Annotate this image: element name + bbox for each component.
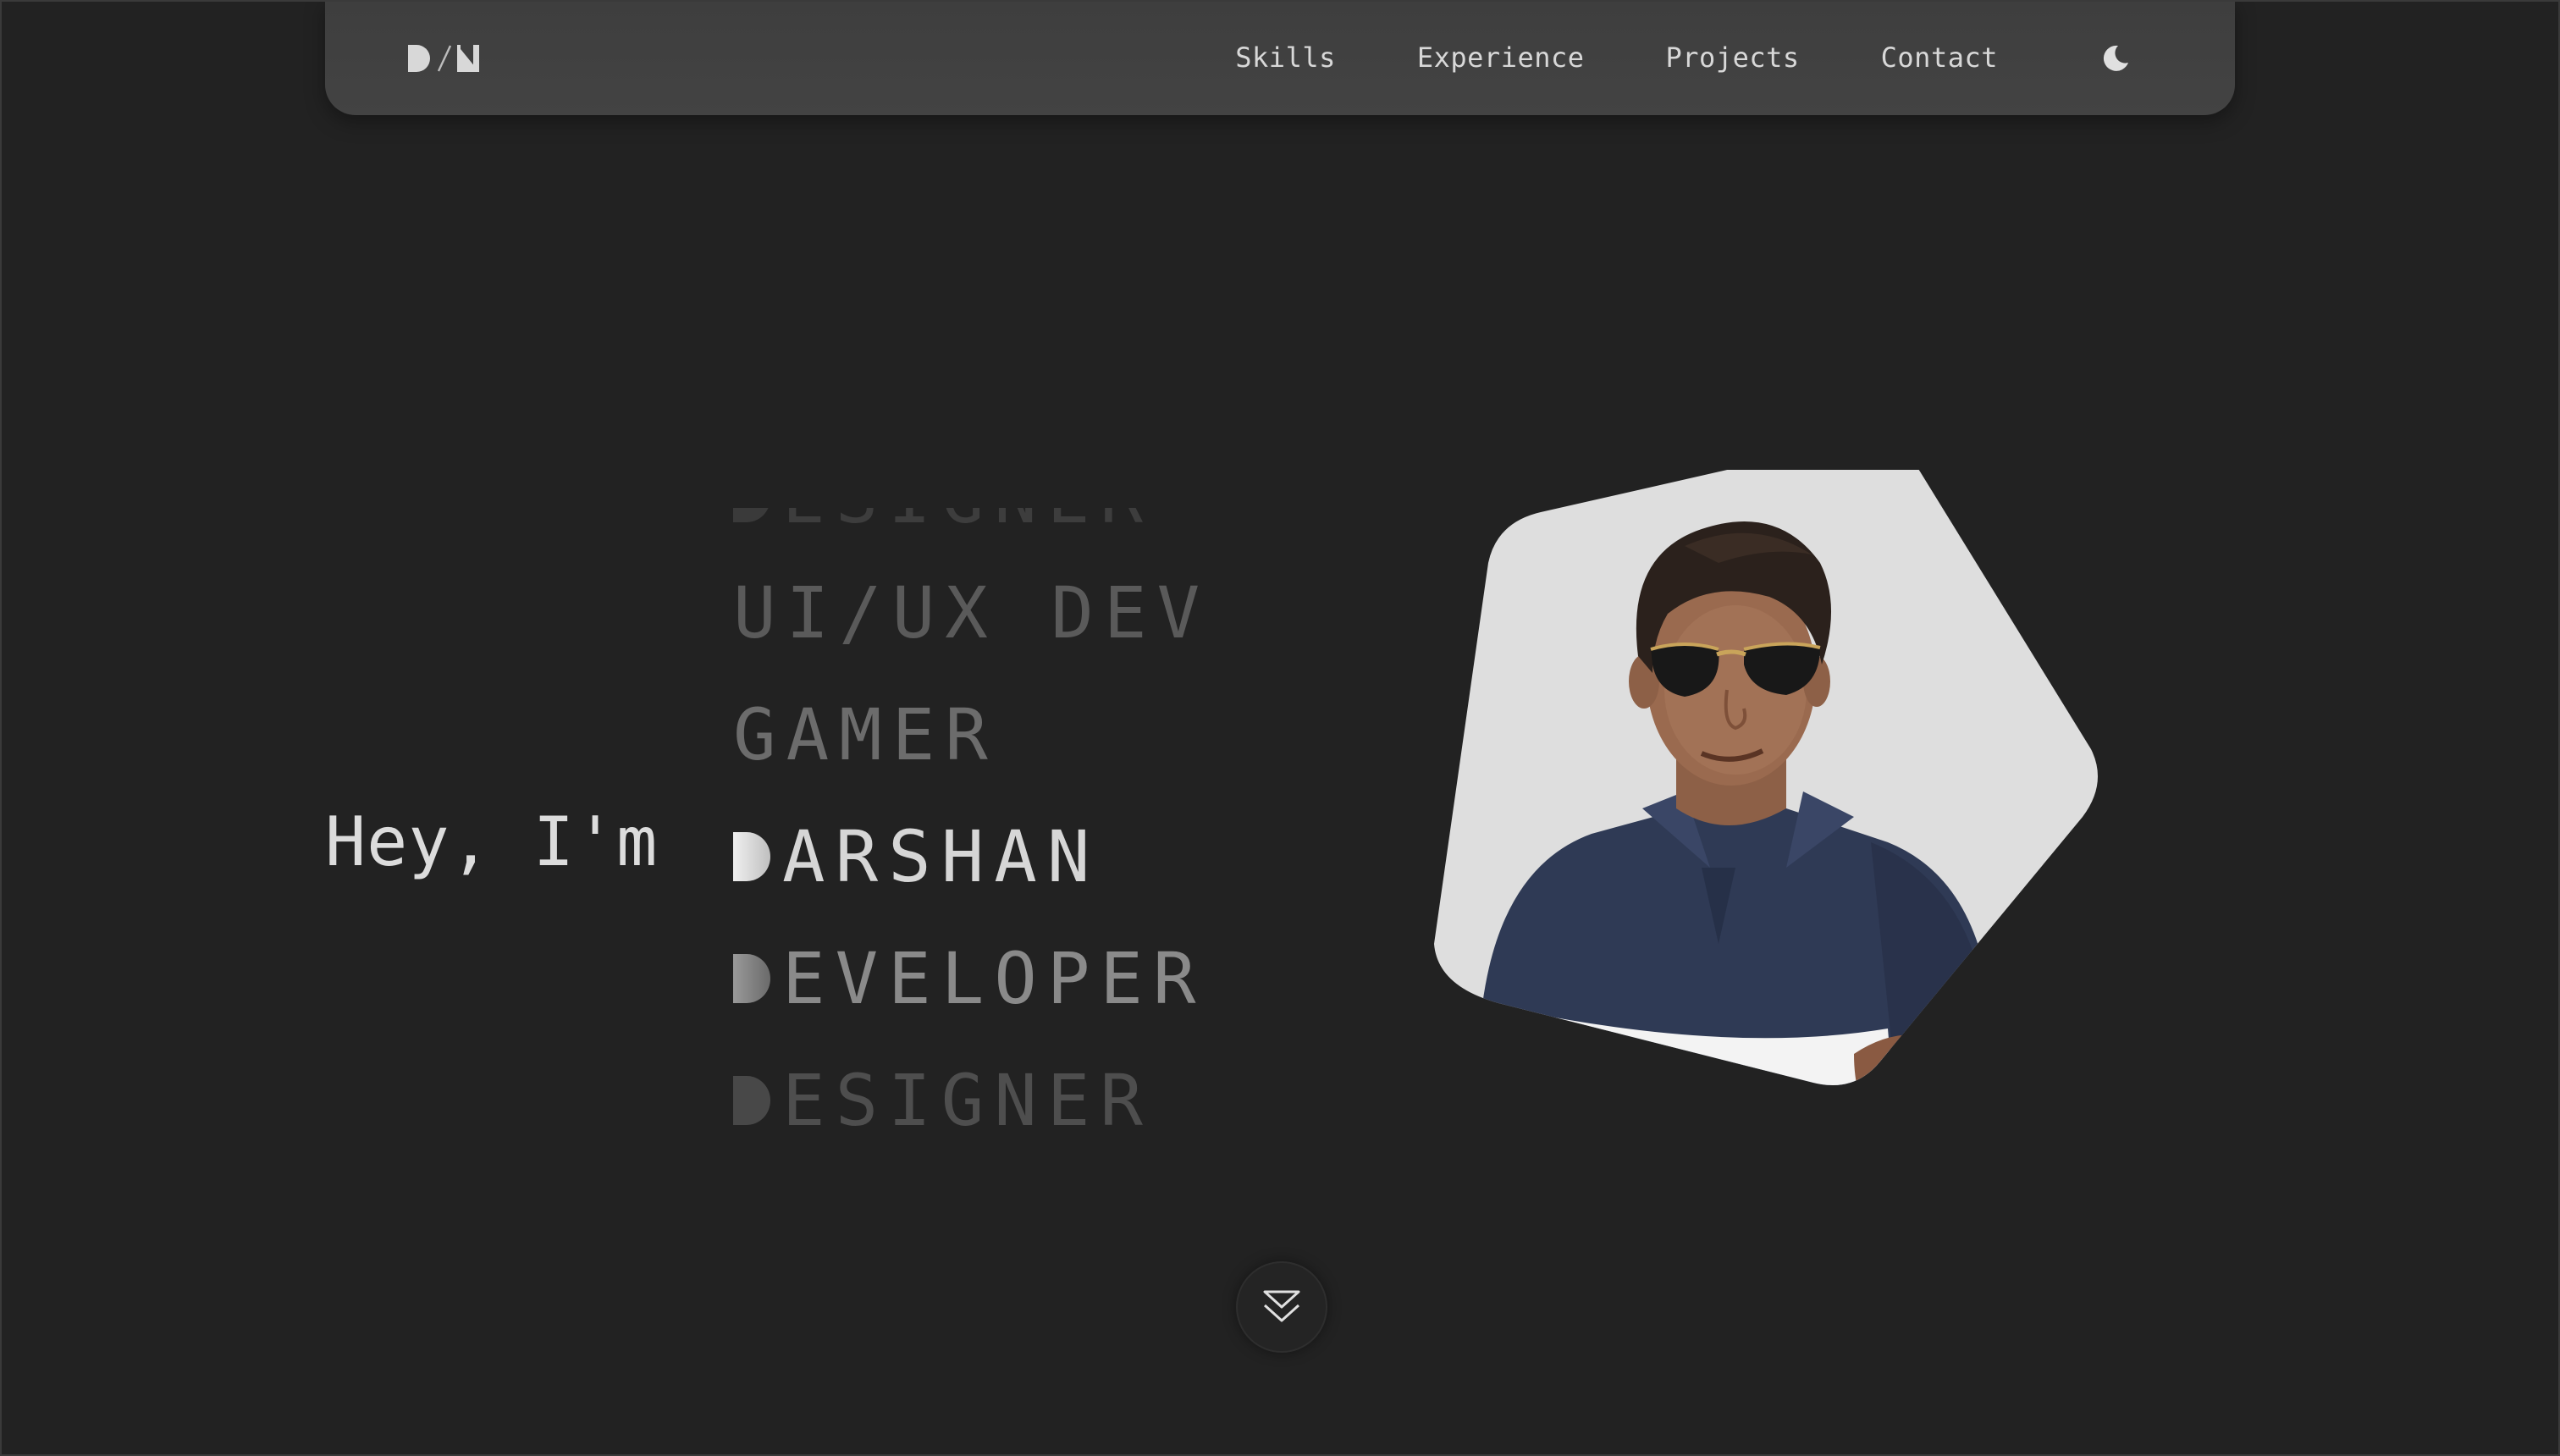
- navbar: Skills Experience Projects Contact: [325, 0, 2235, 115]
- nav-link-projects[interactable]: Projects: [1666, 41, 1800, 74]
- double-chevron-down-icon: [1263, 1290, 1300, 1322]
- role-text: AMER: [786, 693, 998, 776]
- role-item-darshan: ARSHAN: [733, 816, 1100, 897]
- scroll-down-button[interactable]: [1236, 1261, 1327, 1353]
- role-item-developer: EVELOPER: [733, 938, 1206, 1019]
- role-item-designer-top: ESIGNER: [733, 508, 1153, 538]
- role-item-gamer: G AMER: [733, 694, 998, 775]
- logo[interactable]: [406, 42, 483, 74]
- profile-photo: [1434, 470, 2098, 1085]
- nav-link-contact[interactable]: Contact: [1881, 41, 1998, 74]
- role-text: ARSHAN: [782, 815, 1101, 898]
- moon-icon[interactable]: [2099, 42, 2132, 74]
- nav-link-experience[interactable]: Experience: [1417, 41, 1585, 74]
- d-glyph: [733, 1076, 770, 1125]
- role-first-letter: G: [733, 693, 786, 776]
- role-text: UI/UX DEV: [733, 571, 1211, 654]
- hero-greeting: Hey, I'm: [325, 802, 659, 881]
- role-text: ESIGNER: [782, 1059, 1154, 1142]
- role-text: EVELOPER: [782, 937, 1206, 1020]
- d-glyph: [733, 954, 770, 1003]
- nav-links: Skills Experience Projects Contact: [1154, 0, 1998, 115]
- d-glyph: [733, 508, 769, 522]
- page: Skills Experience Projects Contact Hey, …: [0, 0, 2560, 1456]
- role-item-designer: ESIGNER: [733, 1060, 1153, 1141]
- d-glyph: [733, 832, 770, 881]
- nav-link-skills[interactable]: Skills: [1235, 41, 1336, 74]
- role-item-uiux-dev: UI/UX DEV: [733, 572, 1210, 654]
- role-text: ESIGNER: [782, 508, 1153, 533]
- roles-carousel: ESIGNER UI/UX DEV GAMER ARSHAN: [730, 508, 1322, 1160]
